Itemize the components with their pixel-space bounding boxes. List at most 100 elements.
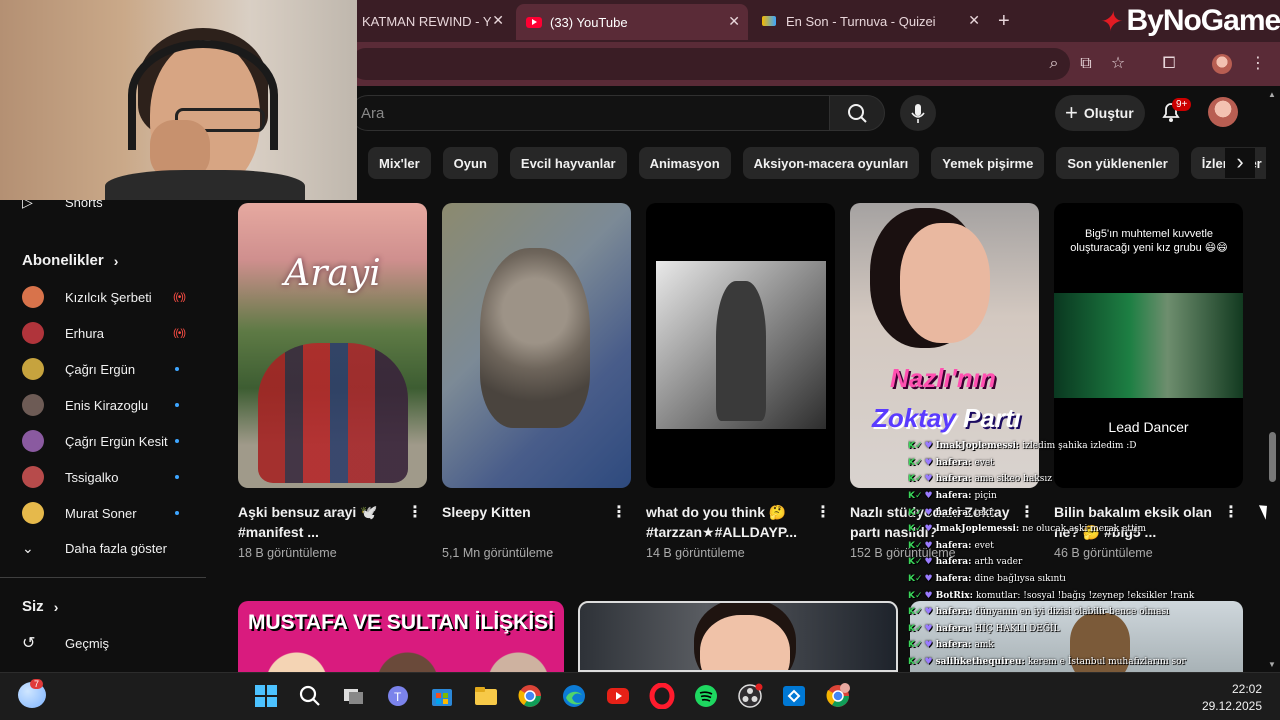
subscriptions-header[interactable]: Abonelikler › xyxy=(22,252,118,269)
kick-badge-icon: K✓ xyxy=(908,540,923,551)
tab-katman-rewind[interactable]: KATMAN REWIND - Y ✕ xyxy=(352,6,512,36)
edge-icon[interactable] xyxy=(561,683,587,709)
file-explorer-icon[interactable] xyxy=(473,683,499,709)
chip-animation[interactable]: Animasyon xyxy=(638,147,731,179)
sidebar-item-history[interactable]: ↺ Geçmiş xyxy=(22,630,187,656)
youtube-app-icon[interactable] xyxy=(605,683,631,709)
sidebar-item-subscription[interactable]: Çağrı Ergün xyxy=(22,356,187,382)
create-button[interactable]: + Oluştur xyxy=(1055,95,1145,131)
short-thumbnail[interactable] xyxy=(646,203,835,488)
obs-icon[interactable] xyxy=(737,683,763,709)
short-title[interactable]: Sleepy Kitten xyxy=(442,502,607,542)
short-thumbnail[interactable]: Arayi xyxy=(238,203,427,488)
chat-text: dine bağlıysa sıkıntı xyxy=(974,574,1066,585)
channel-avatar xyxy=(22,502,44,524)
microphone-icon xyxy=(911,104,925,123)
sidebar-item-subscription[interactable]: Enis Kirazoglu xyxy=(22,392,187,418)
scroll-down-icon[interactable]: ▼ xyxy=(1268,660,1276,669)
more-actions-icon[interactable]: ⋮ xyxy=(815,503,831,523)
thumbnail-face xyxy=(900,223,990,343)
chat-text: dünyanın en iyi dizisi olabilir bence ol… xyxy=(974,607,1169,618)
remote-desktop-icon[interactable] xyxy=(781,683,807,709)
chevron-right-icon: › xyxy=(53,598,59,615)
microsoft-store-icon[interactable] xyxy=(429,683,455,709)
chrome-profile-icon[interactable] xyxy=(825,683,851,709)
logo-text: ByNoGame xyxy=(1126,4,1280,37)
chat-text: arth vader xyxy=(974,557,1023,568)
short-title[interactable]: Aşki bensuz arayi 🕊️ #manifest ... xyxy=(238,502,403,542)
page-scrollbar[interactable]: ▲ ▼ xyxy=(1266,90,1280,672)
more-actions-icon[interactable]: ⋮ xyxy=(1223,503,1239,523)
chip-pets[interactable]: Evcil hayvanlar xyxy=(509,147,627,179)
new-tab-button[interactable]: + xyxy=(998,10,1010,33)
chat-text: HİÇ HAKLI DEĞİL xyxy=(974,623,1060,634)
kick-badge-icon: K✓ xyxy=(908,590,923,601)
show-more-button[interactable]: ⌄ Daha fazla göster xyxy=(22,535,187,561)
more-actions-icon[interactable]: ⋮ xyxy=(611,503,627,523)
tab-label: En Son - Turnuva - Quizei xyxy=(786,13,936,29)
search-button[interactable] xyxy=(829,95,885,131)
more-actions-icon[interactable]: ⋮ xyxy=(407,503,423,523)
chat-message: K✓ ♥ hafera: ama sikeo haksız xyxy=(908,471,1208,488)
sidebar-item-subscription[interactable]: Kızılcık Şerbeti ((•)) xyxy=(22,284,187,310)
chat-username: hafera: xyxy=(935,640,972,651)
close-icon[interactable]: ✕ xyxy=(728,13,740,30)
video-thumbnail[interactable] xyxy=(578,601,898,672)
subscriber-badge-icon: ♥ xyxy=(924,491,933,502)
chip-gaming[interactable]: Oyun xyxy=(442,147,498,179)
profile-avatar-icon[interactable] xyxy=(1212,54,1232,74)
chip-cooking[interactable]: Yemek pişirme xyxy=(931,147,1045,179)
short-card[interactable]: what do you think 🤔 #tarzzan★#ALLDAYP...… xyxy=(646,203,835,560)
tab-youtube[interactable]: (33) YouTube ✕ xyxy=(516,4,748,40)
short-card[interactable]: Arayi Aşki bensuz arayi 🕊️ #manifest ...… xyxy=(238,203,427,560)
opera-icon[interactable] xyxy=(649,683,675,709)
tab-label: (33) YouTube xyxy=(550,14,628,30)
you-section-header[interactable]: Siz › xyxy=(22,598,58,615)
chip-mixes[interactable]: Mix'ler xyxy=(368,147,431,179)
voice-search-button[interactable] xyxy=(900,95,936,131)
account-avatar[interactable] xyxy=(1208,97,1238,127)
kick-badge-icon: K✓ xyxy=(908,457,923,468)
more-menu-icon[interactable]: ⋮ xyxy=(1248,54,1268,74)
task-view-icon[interactable] xyxy=(341,683,367,709)
spotify-icon[interactable] xyxy=(693,683,719,709)
short-card[interactable]: Sleepy Kitten 5,1 Mn görüntüleme ⋮ xyxy=(442,203,631,560)
install-app-icon[interactable]: ⧉ xyxy=(1076,54,1096,74)
chevron-right-icon[interactable]: › xyxy=(1225,148,1255,178)
thumbnail-image xyxy=(656,261,826,429)
close-icon[interactable]: ✕ xyxy=(968,12,980,29)
windows-start-icon[interactable] xyxy=(253,683,279,709)
short-title[interactable]: what do you think 🤔 #tarzzan★#ALLDAYP... xyxy=(646,502,811,542)
scrollbar-thumb[interactable] xyxy=(1269,432,1276,482)
chat-text: evet xyxy=(974,540,994,551)
tab-quizei[interactable]: En Son - Turnuva - Quizei ✕ xyxy=(752,6,988,36)
sidebar-item-subscription[interactable]: Erhura ((•)) xyxy=(22,320,187,346)
zoom-icon[interactable]: ⌕ xyxy=(1044,54,1064,74)
scroll-up-icon[interactable]: ▲ xyxy=(1268,90,1276,99)
thumbnail-overlay-text: Big5'ın muhtemel kuvvetle oluşturacağı y… xyxy=(1070,228,1228,254)
thumbnail-image xyxy=(238,643,564,672)
chat-message: K✓ ♥ salihkethequireu: kerem e İstanbul muh… xyxy=(908,654,1208,671)
search-input[interactable]: Ara xyxy=(350,95,830,131)
search-icon[interactable] xyxy=(297,683,323,709)
bookmark-star-icon[interactable]: ☆ xyxy=(1108,54,1128,74)
channel-name: Murat Soner xyxy=(65,505,137,521)
video-thumbnail[interactable]: MUSTAFA VE SULTAN İLİŞKİSİ xyxy=(238,601,564,672)
chip-recently-uploaded[interactable]: Son yüklenenler xyxy=(1056,147,1179,179)
close-icon[interactable]: ✕ xyxy=(492,12,504,29)
kick-badge-icon: K✓ xyxy=(908,640,923,651)
extensions-icon[interactable]: ⧠ xyxy=(1159,54,1179,74)
thumbnail-overlay-text: Arayi xyxy=(284,253,381,294)
address-bar[interactable] xyxy=(350,48,1070,80)
subscriber-badge-icon: ♥ xyxy=(924,607,933,618)
taskbar-clock[interactable]: 22:02 29.12.2025 xyxy=(1196,681,1262,715)
teams-icon[interactable]: T xyxy=(385,683,411,709)
chip-action-adventure[interactable]: Aksiyon-macera oyunları xyxy=(742,147,920,179)
sidebar-item-subscription[interactable]: Murat Soner xyxy=(22,500,187,526)
short-thumbnail[interactable] xyxy=(442,203,631,488)
sidebar-item-subscription[interactable]: Tssigalko xyxy=(22,464,187,490)
clock-date: 29.12.2025 xyxy=(1201,699,1262,713)
sidebar-item-subscription[interactable]: Çağrı Ergün Kesit xyxy=(22,428,187,454)
channel-name: Tssigalko xyxy=(65,469,119,485)
chrome-icon[interactable] xyxy=(517,683,543,709)
